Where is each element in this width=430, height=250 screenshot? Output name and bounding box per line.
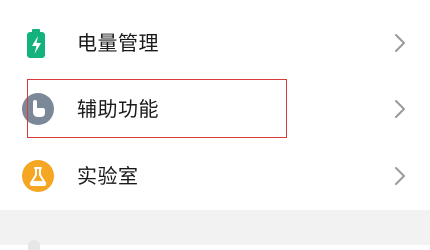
chevron-right-icon [395,167,405,185]
battery-icon [27,29,45,58]
settings-item-label: 实验室 [77,164,139,188]
accessibility-hand-icon [22,93,54,125]
next-item-icon-peek [28,240,40,250]
chevron-right-icon [395,34,405,52]
settings-item-lab[interactable]: 实验室 [0,147,430,205]
chevron-right-icon [395,100,405,118]
settings-item-battery[interactable]: 电量管理 [0,14,430,72]
section-divider [0,210,430,245]
settings-item-label: 电量管理 [77,31,159,55]
lab-flask-icon [22,160,54,192]
settings-item-label: 辅助功能 [77,97,159,121]
settings-item-accessibility[interactable]: 辅助功能 [0,80,430,138]
